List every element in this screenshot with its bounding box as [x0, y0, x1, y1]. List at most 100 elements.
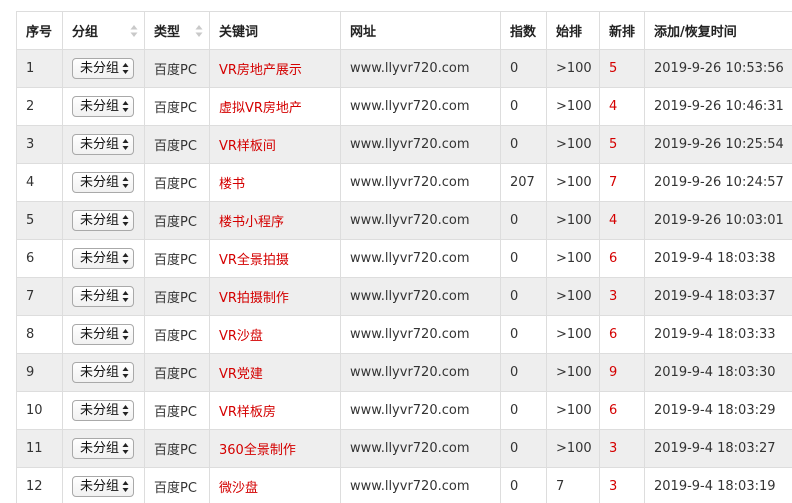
- cell-keyword[interactable]: 楼书: [209, 163, 341, 202]
- table-row: 11 未分组 百度PC 360全景制作 www.llyvr720.com 0 >…: [16, 429, 792, 468]
- table-row: 1 未分组 百度PC VR房地产展示 www.llyvr720.com 0 >1…: [16, 49, 792, 88]
- cell-type: 百度PC: [144, 429, 210, 468]
- select-caret-icon: [122, 480, 129, 493]
- cell-added-time: 2019-9-26 10:24:57: [644, 163, 792, 202]
- group-select[interactable]: 未分组: [72, 210, 134, 231]
- cell-type: 百度PC: [144, 467, 210, 503]
- cell-url: www.llyvr720.com: [340, 163, 501, 202]
- cell-added-time: 2019-9-4 18:03:19: [644, 467, 792, 503]
- group-select-value: 未分组: [80, 175, 120, 190]
- cell-group: 未分组: [62, 429, 145, 468]
- cell-index: 6: [16, 239, 63, 278]
- group-select[interactable]: 未分组: [72, 324, 134, 345]
- col-header-type-label: 类型: [154, 25, 181, 40]
- cell-keyword[interactable]: 楼书小程序: [209, 201, 341, 240]
- cell-added-time: 2019-9-4 18:03:27: [644, 429, 792, 468]
- cell-index-value: 0: [500, 429, 547, 468]
- cell-keyword[interactable]: VR房地产展示: [209, 49, 341, 88]
- col-header-url-label: 网址: [350, 25, 377, 40]
- cell-index: 8: [16, 315, 63, 354]
- cell-group: 未分组: [62, 201, 145, 240]
- group-select[interactable]: 未分组: [72, 134, 134, 155]
- cell-keyword[interactable]: 虚拟VR房地产: [209, 87, 341, 126]
- cell-keyword[interactable]: VR全景拍摄: [209, 239, 341, 278]
- cell-url: www.llyvr720.com: [340, 277, 501, 316]
- cell-keyword[interactable]: VR沙盘: [209, 315, 341, 354]
- group-select[interactable]: 未分组: [72, 172, 134, 193]
- cell-keyword[interactable]: VR样板房: [209, 391, 341, 430]
- cell-keyword[interactable]: VR样板间: [209, 125, 341, 164]
- col-header-keyword: 关键词: [209, 11, 341, 50]
- cell-group: 未分组: [62, 239, 145, 278]
- cell-keyword[interactable]: VR拍摄制作: [209, 277, 341, 316]
- select-caret-icon: [122, 404, 129, 417]
- cell-start-rank: >100: [546, 125, 600, 164]
- select-caret-icon: [122, 252, 129, 265]
- cell-index-value: 0: [500, 201, 547, 240]
- col-header-new-rank: 新排: [599, 11, 645, 50]
- table-row: 3 未分组 百度PC VR样板间 www.llyvr720.com 0 >100…: [16, 125, 792, 164]
- cell-group: 未分组: [62, 353, 145, 392]
- table-row: 4 未分组 百度PC 楼书 www.llyvr720.com 207 >100 …: [16, 163, 792, 202]
- cell-type: 百度PC: [144, 87, 210, 126]
- col-header-type[interactable]: 类型: [144, 11, 210, 50]
- group-select[interactable]: 未分组: [72, 248, 134, 269]
- cell-new-rank: 5: [599, 125, 645, 164]
- cell-start-rank: >100: [546, 49, 600, 88]
- cell-start-rank: >100: [546, 315, 600, 354]
- cell-group: 未分组: [62, 87, 145, 126]
- cell-type: 百度PC: [144, 353, 210, 392]
- select-caret-icon: [122, 214, 129, 227]
- cell-new-rank: 4: [599, 201, 645, 240]
- sort-arrows-icon[interactable]: [130, 24, 138, 38]
- group-select[interactable]: 未分组: [72, 286, 134, 307]
- group-select[interactable]: 未分组: [72, 362, 134, 383]
- group-select[interactable]: 未分组: [72, 438, 134, 459]
- table-row: 6 未分组 百度PC VR全景拍摄 www.llyvr720.com 0 >10…: [16, 239, 792, 278]
- group-select-value: 未分组: [80, 403, 120, 418]
- cell-index: 3: [16, 125, 63, 164]
- cell-keyword[interactable]: VR党建: [209, 353, 341, 392]
- group-select[interactable]: 未分组: [72, 96, 134, 117]
- select-caret-icon: [122, 290, 129, 303]
- select-caret-icon: [122, 328, 129, 341]
- cell-new-rank: 7: [599, 163, 645, 202]
- select-caret-icon: [122, 62, 129, 75]
- group-select[interactable]: 未分组: [72, 476, 134, 497]
- group-select[interactable]: 未分组: [72, 58, 134, 79]
- cell-new-rank: 6: [599, 391, 645, 430]
- cell-index-value: 0: [500, 353, 547, 392]
- cell-added-time: 2019-9-4 18:03:33: [644, 315, 792, 354]
- select-caret-icon: [122, 176, 129, 189]
- cell-index-value: 0: [500, 49, 547, 88]
- cell-group: 未分组: [62, 391, 145, 430]
- select-caret-icon: [122, 138, 129, 151]
- col-header-group[interactable]: 分组: [62, 11, 145, 50]
- cell-keyword[interactable]: 360全景制作: [209, 429, 341, 468]
- cell-added-time: 2019-9-4 18:03:30: [644, 353, 792, 392]
- group-select-value: 未分组: [80, 251, 120, 266]
- cell-index-value: 0: [500, 87, 547, 126]
- col-header-new-rank-label: 新排: [609, 25, 636, 40]
- sort-arrows-icon[interactable]: [195, 24, 203, 38]
- cell-index-value: 0: [500, 315, 547, 354]
- cell-index-value: 207: [500, 163, 547, 202]
- cell-group: 未分组: [62, 125, 145, 164]
- select-caret-icon: [122, 366, 129, 379]
- cell-type: 百度PC: [144, 125, 210, 164]
- cell-url: www.llyvr720.com: [340, 87, 501, 126]
- cell-index: 12: [16, 467, 63, 503]
- group-select[interactable]: 未分组: [72, 400, 134, 421]
- cell-group: 未分组: [62, 277, 145, 316]
- cell-added-time: 2019-9-4 18:03:37: [644, 277, 792, 316]
- cell-keyword[interactable]: 微沙盘: [209, 467, 341, 503]
- cell-type: 百度PC: [144, 49, 210, 88]
- cell-index-value: 0: [500, 277, 547, 316]
- table-body: 1 未分组 百度PC VR房地产展示 www.llyvr720.com 0 >1…: [16, 49, 792, 503]
- cell-index: 5: [16, 201, 63, 240]
- group-select-value: 未分组: [80, 327, 120, 342]
- cell-index-value: 0: [500, 467, 547, 503]
- col-header-url: 网址: [340, 11, 501, 50]
- cell-added-time: 2019-9-26 10:25:54: [644, 125, 792, 164]
- cell-index: 11: [16, 429, 63, 468]
